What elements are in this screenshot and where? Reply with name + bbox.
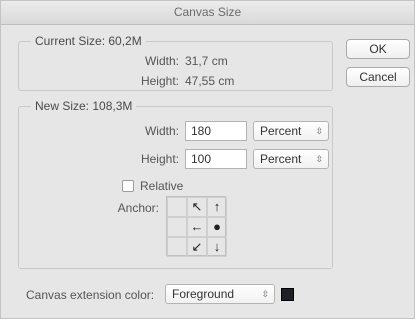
dialog-title: Canvas Size bbox=[1, 1, 414, 25]
height-unit-select[interactable]: Percent ⇳ bbox=[253, 149, 329, 169]
new-width-label: Width: bbox=[144, 124, 179, 138]
anchor-cell-bottom-right[interactable]: ↓ bbox=[207, 237, 227, 257]
cancel-button[interactable]: Cancel bbox=[346, 67, 410, 87]
canvas-size-dialog: Canvas Size Current Size: 60,2M Width: 3… bbox=[0, 0, 415, 319]
anchor-cell-middle-center[interactable]: ← bbox=[187, 217, 207, 237]
ok-button[interactable]: OK bbox=[346, 39, 410, 59]
anchor-cell-top-center[interactable]: ↖ bbox=[187, 197, 207, 217]
extension-color-swatch[interactable] bbox=[281, 288, 294, 301]
relative-label[interactable]: Relative bbox=[140, 179, 183, 193]
anchor-cell-bottom-center[interactable]: ↙ bbox=[187, 237, 207, 257]
width-input[interactable]: 180 bbox=[185, 121, 247, 141]
height-input[interactable]: 100 bbox=[185, 149, 247, 169]
chevron-updown-icon: ⇳ bbox=[315, 126, 323, 136]
anchor-cell-middle-right[interactable]: ● bbox=[207, 217, 227, 237]
current-width-value: 31,7 cm bbox=[185, 54, 228, 68]
anchor-label: Anchor: bbox=[117, 201, 159, 215]
width-unit-value: Percent bbox=[260, 124, 302, 138]
extension-color-value: Foreground bbox=[172, 287, 235, 301]
chevron-updown-icon: ⇳ bbox=[315, 154, 323, 164]
current-size-title: Current Size: 60,2M bbox=[31, 34, 146, 48]
new-height-label: Height: bbox=[140, 152, 179, 166]
extension-color-select[interactable]: Foreground ⇳ bbox=[165, 284, 275, 304]
anchor-cell-bottom-left[interactable] bbox=[167, 237, 187, 257]
relative-checkbox[interactable] bbox=[122, 180, 134, 192]
anchor-cell-top-right[interactable]: ↑ bbox=[207, 197, 227, 217]
current-width-label: Width: bbox=[144, 54, 179, 68]
width-unit-select[interactable]: Percent ⇳ bbox=[253, 121, 329, 141]
new-size-title: New Size: 108,3M bbox=[31, 99, 137, 113]
anchor-grid: ↖ ↑ ← ● ↙ ↓ bbox=[166, 196, 227, 257]
chevron-updown-icon: ⇳ bbox=[261, 289, 269, 299]
anchor-cell-middle-left[interactable] bbox=[167, 217, 187, 237]
current-size-group: Current Size: 60,2M Width: 31,7 cm Heigh… bbox=[18, 34, 333, 91]
anchor-cell-top-left[interactable] bbox=[167, 197, 187, 217]
current-height-label: Height: bbox=[140, 74, 179, 88]
extension-color-label: Canvas extension color: bbox=[26, 288, 155, 302]
height-unit-value: Percent bbox=[260, 152, 302, 166]
current-height-value: 47,55 cm bbox=[185, 74, 235, 88]
